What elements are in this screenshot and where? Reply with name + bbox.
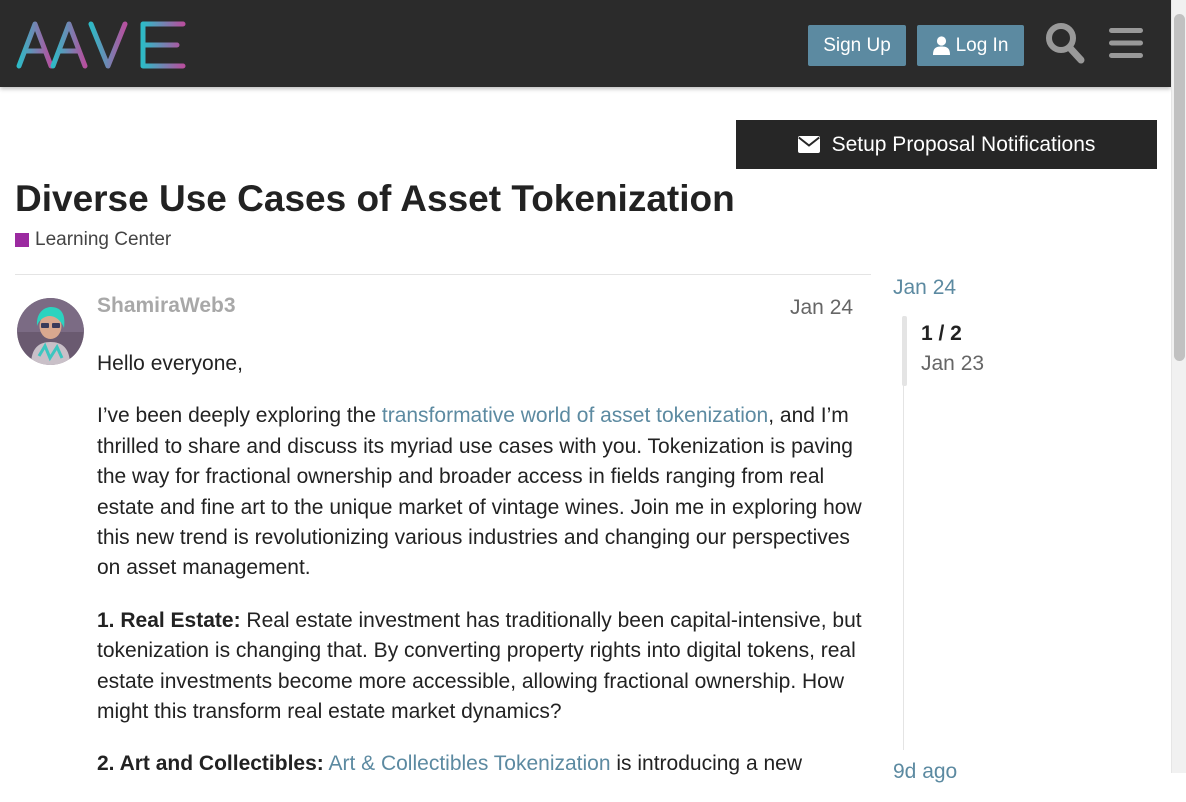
log-in-label: Log In [955, 34, 1009, 56]
category-badge[interactable]: Learning Center [15, 229, 171, 251]
art-heading: 2. Art and Collectibles: [97, 752, 324, 776]
intro-text-before: I’ve been deeply exploring the [97, 404, 382, 428]
art-tokenization-link[interactable]: Art & Collectibles Tokenization [328, 752, 610, 775]
setup-notifications-label: Setup Proposal Notifications [831, 132, 1096, 156]
tokenization-link[interactable]: transformative world of asset tokenizati… [382, 404, 768, 427]
timeline-position-date: Jan 23 [921, 352, 985, 375]
person-icon [932, 36, 950, 55]
post-date[interactable]: Jan 24 [790, 296, 853, 320]
post-section-real-estate: 1. Real Estate: Real estate investment h… [97, 606, 862, 728]
post-paragraph-intro: I’ve been deeply exploring the transform… [97, 401, 862, 583]
aave-logo[interactable] [15, 18, 190, 70]
setup-notifications-button[interactable]: Setup Proposal Notifications [736, 120, 1157, 169]
envelope-icon [797, 136, 820, 153]
art-text: is introducing a new [610, 752, 802, 776]
post-body: Hello everyone, I’ve been deeply explori… [97, 349, 862, 802]
timeline-position: 1 / 2 [921, 322, 962, 345]
real-estate-heading: 1. Real Estate: [97, 608, 241, 632]
user-avatar[interactable] [17, 298, 84, 365]
timeline-start-date[interactable]: Jan 24 [893, 276, 956, 300]
post-greeting: Hello everyone, [97, 352, 243, 375]
intro-text-after: , and I’m thrilled to share and discuss … [97, 404, 862, 580]
site-header: Sign Up Log In [0, 0, 1171, 87]
sign-up-button[interactable]: Sign Up [808, 25, 906, 66]
timeline-end-date[interactable]: 9d ago [893, 760, 957, 784]
post-section-art: 2. Art and Collectibles: Art & Collectib… [97, 749, 862, 779]
log-in-button[interactable]: Log In [917, 25, 1024, 66]
topic-divider [15, 274, 871, 275]
scrollbar-thumb[interactable] [1174, 14, 1185, 361]
post-author[interactable]: ShamiraWeb3 [97, 294, 236, 318]
timeline-handle[interactable] [902, 316, 907, 386]
hamburger-menu-icon[interactable] [1108, 26, 1144, 60]
page-scrollbar[interactable] [1171, 0, 1186, 773]
category-label: Learning Center [35, 229, 172, 250]
topic-title[interactable]: Diverse Use Cases of Asset Tokenization [15, 178, 735, 220]
category-color-swatch [15, 233, 29, 247]
search-icon[interactable] [1045, 22, 1085, 64]
